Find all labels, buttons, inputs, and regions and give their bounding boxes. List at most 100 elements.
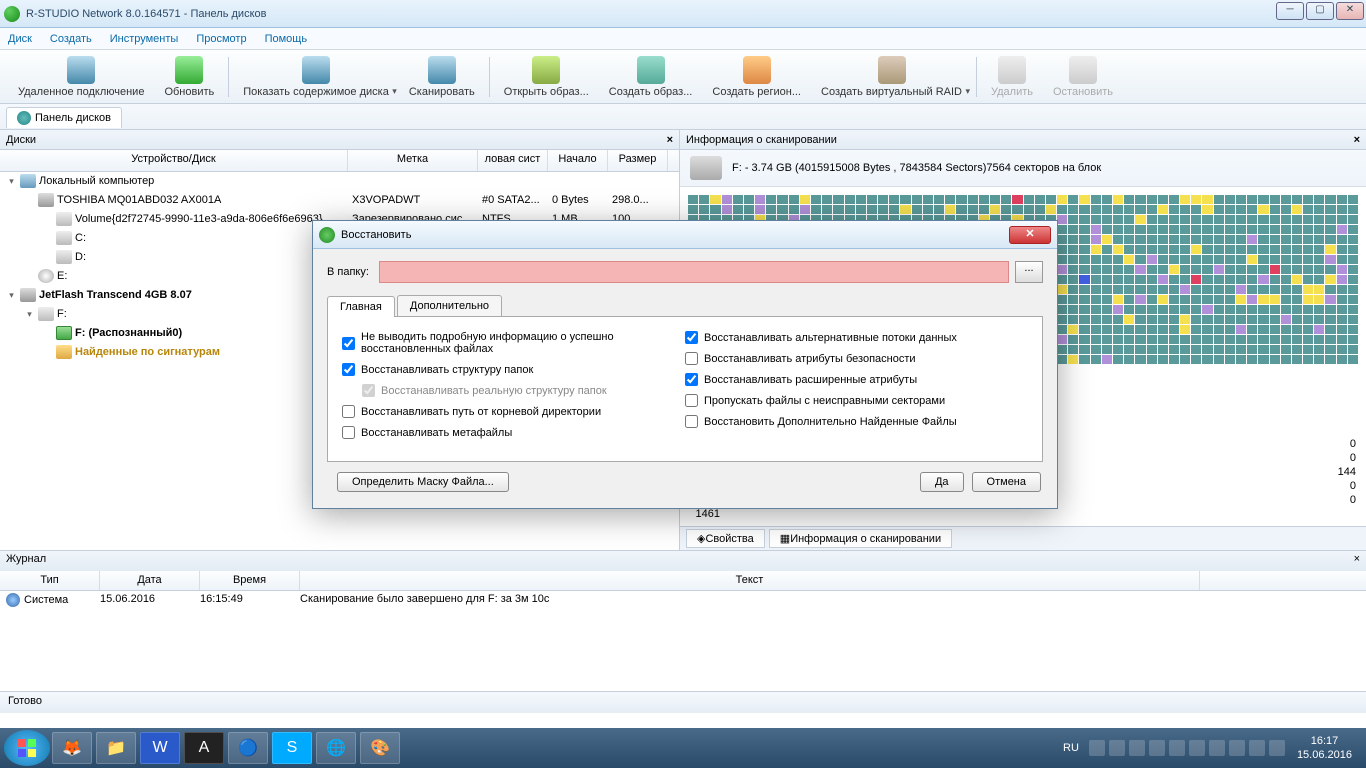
journal-panel: Журнал × ТипДатаВремяТекст Система 15.06… bbox=[0, 550, 1366, 691]
cancel-button[interactable]: Отмена bbox=[972, 472, 1041, 492]
maximize-button[interactable]: ▢ bbox=[1306, 2, 1334, 20]
menu-Инструменты[interactable]: Инструменты bbox=[110, 33, 179, 45]
ok-button[interactable]: Да bbox=[920, 472, 964, 492]
checkbox[interactable] bbox=[685, 331, 698, 344]
toolbar-Сканировать[interactable]: Сканировать bbox=[399, 54, 485, 100]
column-header[interactable]: Тип bbox=[0, 571, 100, 590]
toolbar-icon bbox=[175, 56, 203, 84]
journal-close[interactable]: × bbox=[1354, 553, 1360, 569]
toolbar-icon bbox=[428, 56, 456, 84]
tree-row[interactable]: ▾Локальный компьютер bbox=[0, 172, 679, 191]
toolbar-Открыть образ...[interactable]: Открыть образ... bbox=[494, 54, 599, 100]
tray-icon[interactable] bbox=[1249, 740, 1265, 756]
menu-Создать[interactable]: Создать bbox=[50, 33, 92, 45]
checkbox-row: Пропускать файлы с неисправными секторам… bbox=[685, 394, 1028, 407]
toolbar-icon bbox=[878, 56, 906, 84]
ico-comp bbox=[20, 174, 36, 188]
chevron-down-icon: ▾ bbox=[965, 86, 970, 97]
checkbox[interactable] bbox=[342, 405, 355, 418]
task-globe[interactable]: 🌐 bbox=[316, 732, 356, 764]
checkbox-row: Восстанавливать путь от корневой директо… bbox=[342, 405, 685, 418]
tree-row[interactable]: TOSHIBA MQ01ABD032 AX001AX3VOPADWT#0 SAT… bbox=[0, 191, 679, 210]
toolbar-icon bbox=[998, 56, 1026, 84]
dialog-close-button[interactable]: ✕ bbox=[1009, 226, 1051, 244]
column-header[interactable]: ловая сист bbox=[478, 150, 548, 171]
checkbox[interactable] bbox=[685, 394, 698, 407]
checkbox[interactable] bbox=[685, 373, 698, 386]
toolbar-Создать виртуальный RAID[interactable]: Создать виртуальный RAID▾ bbox=[811, 54, 972, 100]
file-mask-button[interactable]: Определить Маску Файла... bbox=[337, 472, 509, 492]
tray-icon[interactable] bbox=[1269, 740, 1285, 756]
tray-icon[interactable] bbox=[1149, 740, 1165, 756]
toolbar-Остановить: Остановить bbox=[1043, 54, 1123, 100]
expander-icon[interactable]: ▾ bbox=[6, 176, 17, 187]
system-tray[interactable]: RU 16:17 15.06.2016 bbox=[1063, 734, 1362, 762]
scan-panel-close[interactable]: × bbox=[1354, 134, 1360, 146]
toolbar-Создать регион...[interactable]: Создать регион... bbox=[702, 54, 811, 100]
tray-icon[interactable] bbox=[1189, 740, 1205, 756]
window-title: R-STUDIO Network 8.0.164571 - Панель дис… bbox=[26, 8, 266, 20]
disks-panel-close[interactable]: × bbox=[667, 134, 673, 146]
checkbox[interactable] bbox=[685, 352, 698, 365]
close-button[interactable]: ✕ bbox=[1336, 2, 1364, 20]
toolbar-Удаленное подключение[interactable]: Удаленное подключение bbox=[8, 54, 154, 100]
toolbar-Создать образ...[interactable]: Создать образ... bbox=[599, 54, 703, 100]
task-word[interactable]: W bbox=[140, 732, 180, 764]
task-chrome[interactable]: 🔵 bbox=[228, 732, 268, 764]
checkbox[interactable] bbox=[342, 337, 355, 350]
column-header[interactable]: Дата bbox=[100, 571, 200, 590]
lang-indicator[interactable]: RU bbox=[1063, 742, 1079, 754]
start-button[interactable] bbox=[4, 730, 50, 766]
tray-icon[interactable] bbox=[1209, 740, 1225, 756]
task-firefox[interactable]: 🦊 bbox=[52, 732, 92, 764]
expander-icon[interactable]: ▾ bbox=[6, 290, 17, 301]
toolbar-icon bbox=[743, 56, 771, 84]
tray-icon[interactable] bbox=[1089, 740, 1105, 756]
column-header[interactable]: Начало bbox=[548, 150, 608, 171]
column-header[interactable]: Время bbox=[200, 571, 300, 590]
expander-icon[interactable]: ▾ bbox=[24, 309, 35, 320]
disks-panel-title: Диски bbox=[6, 134, 36, 146]
disk-columns: Устройство/ДискМеткаловая систНачалоРазм… bbox=[0, 150, 679, 172]
menu-Помощь[interactable]: Помощь bbox=[265, 33, 308, 45]
checkbox[interactable] bbox=[685, 415, 698, 428]
ico-hdd bbox=[20, 288, 36, 302]
toolbar-Обновить[interactable]: Обновить bbox=[154, 54, 224, 100]
app-icon bbox=[4, 6, 20, 22]
dialog-icon bbox=[319, 227, 335, 243]
taskbar: 🦊 📁 W A 🔵 S 🌐 🎨 RU 16:17 15.06.2016 bbox=[0, 728, 1366, 768]
tray-icon[interactable] bbox=[1109, 740, 1125, 756]
checkbox[interactable] bbox=[342, 426, 355, 439]
drive-icon bbox=[690, 156, 722, 180]
column-header[interactable]: Устройство/Диск bbox=[0, 150, 348, 171]
tab-additional[interactable]: Дополнительно bbox=[397, 295, 502, 316]
tab-main[interactable]: Главная bbox=[327, 296, 395, 317]
journal-row[interactable]: Система 15.06.2016 16:15:49 Сканирование… bbox=[0, 591, 1366, 609]
browse-button[interactable]: ... bbox=[1015, 261, 1043, 283]
clock[interactable]: 16:17 15.06.2016 bbox=[1287, 734, 1362, 762]
tab-disk-panel[interactable]: Панель дисков bbox=[6, 107, 122, 128]
tray-icon[interactable] bbox=[1229, 740, 1245, 756]
checkbox[interactable] bbox=[342, 363, 355, 376]
task-explorer[interactable]: 📁 bbox=[96, 732, 136, 764]
task-skype[interactable]: S bbox=[272, 732, 312, 764]
tab-properties[interactable]: ◈ Свойства bbox=[686, 529, 765, 548]
tray-icon[interactable] bbox=[1169, 740, 1185, 756]
column-header[interactable]: Размер bbox=[608, 150, 668, 171]
ico-hdd bbox=[38, 193, 54, 207]
task-paint[interactable]: 🎨 bbox=[360, 732, 400, 764]
output-folder-input[interactable] bbox=[379, 261, 1009, 283]
menu-Диск[interactable]: Диск bbox=[8, 33, 32, 45]
tab-scan-info[interactable]: ▦ Информация о сканировании bbox=[769, 529, 952, 548]
ico-vol bbox=[56, 231, 72, 245]
toolbar-icon bbox=[302, 56, 330, 84]
menu-Просмотр[interactable]: Просмотр bbox=[196, 33, 246, 45]
dialog-title: Восстановить bbox=[341, 229, 411, 241]
tray-icon[interactable] bbox=[1129, 740, 1145, 756]
minimize-button[interactable]: ─ bbox=[1276, 2, 1304, 20]
toolbar-Показать содержимое диска[interactable]: Показать содержимое диска▾ bbox=[233, 54, 399, 100]
toolbar-icon bbox=[637, 56, 665, 84]
column-header[interactable]: Текст bbox=[300, 571, 1200, 590]
task-app-a[interactable]: A bbox=[184, 732, 224, 764]
column-header[interactable]: Метка bbox=[348, 150, 478, 171]
